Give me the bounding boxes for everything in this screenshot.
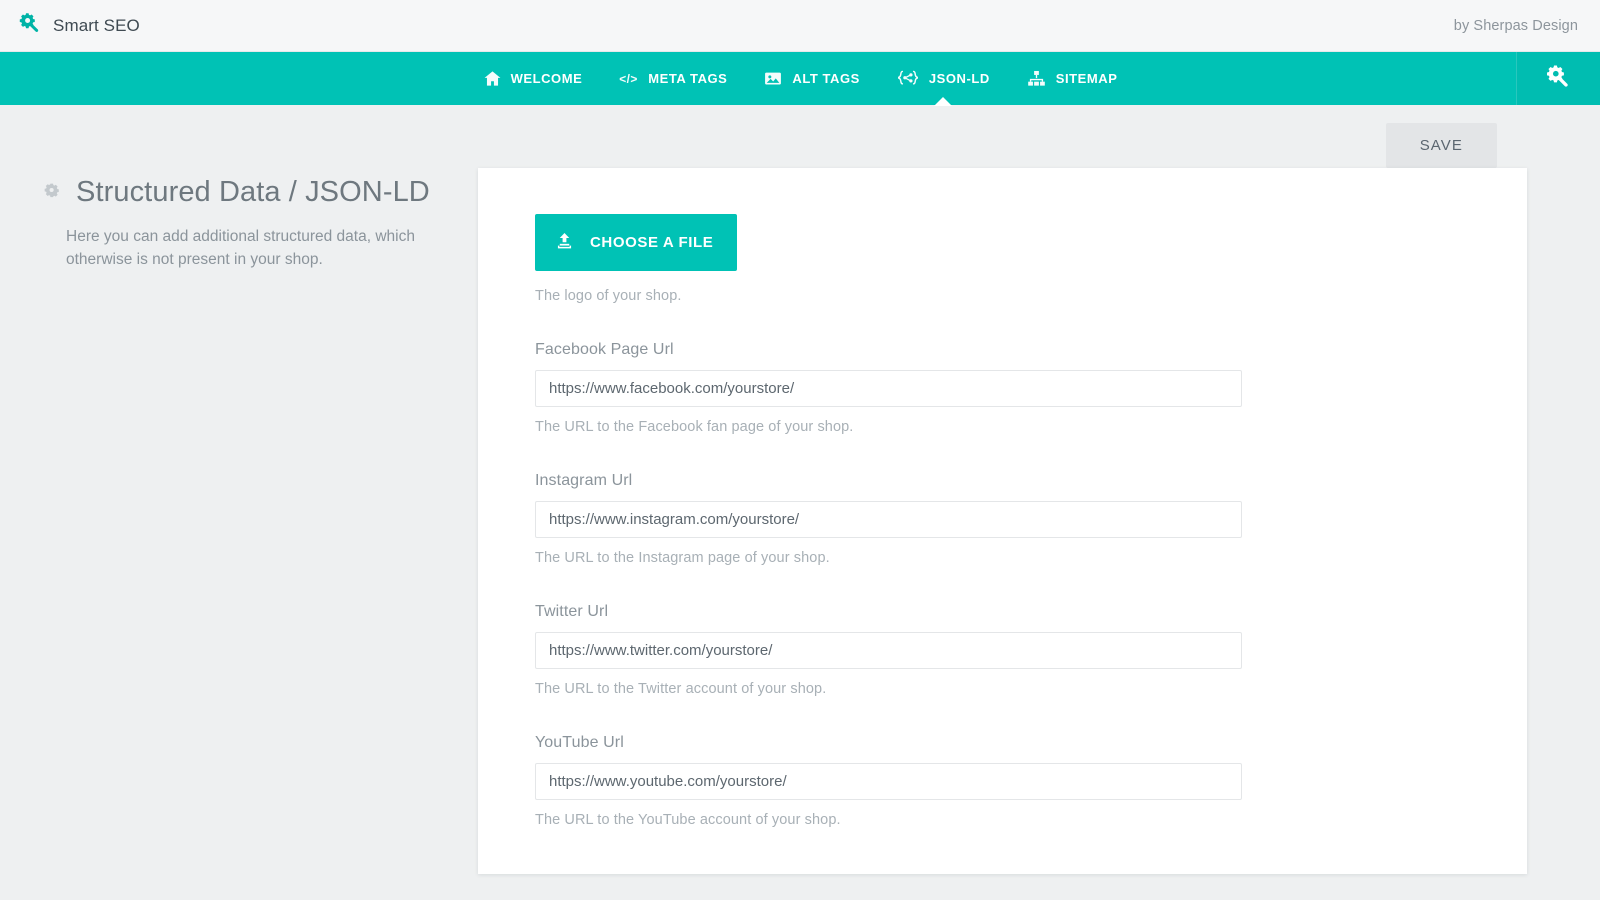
code-icon: </> — [618, 69, 639, 88]
upload-hint: The logo of your shop. — [535, 288, 1527, 304]
main-nav: WELCOME </> META TAGS ALT TAGS — [0, 52, 1600, 105]
field-hint: The URL to the Facebook fan page of your… — [535, 419, 1527, 435]
nav-item-sitemap[interactable]: SITEMAP — [1008, 52, 1136, 105]
upload-icon — [555, 231, 574, 254]
page-title-text: Structured Data / JSON-LD — [76, 176, 430, 209]
save-button[interactable]: SAVE — [1386, 123, 1497, 168]
facebook-page-url-input[interactable] — [535, 370, 1242, 407]
field-hint: The URL to the Instagram page of your sh… — [535, 550, 1527, 566]
nav-label-welcome: WELCOME — [511, 71, 583, 86]
field-twitter-url: Twitter Url The URL to the Twitter accou… — [535, 603, 1527, 697]
instagram-url-input[interactable] — [535, 501, 1242, 538]
nav-label-alt-tags: ALT TAGS — [792, 71, 859, 86]
page-body: SAVE Structured Data / JSON-LD Here you … — [0, 105, 1600, 900]
section-description: Structured Data / JSON-LD Here you can a… — [44, 168, 478, 272]
field-hint: The URL to the Twitter account of your s… — [535, 681, 1527, 697]
image-icon — [763, 69, 783, 88]
gear-icon — [44, 176, 63, 209]
choose-a-file-button[interactable]: CHOOSE A FILE — [535, 214, 737, 271]
nav-item-welcome[interactable]: WELCOME — [465, 52, 601, 105]
nav-item-alt-tags[interactable]: ALT TAGS — [745, 52, 877, 105]
field-instagram-url: Instagram Url The URL to the Instagram p… — [535, 472, 1527, 566]
choose-a-file-label: CHOOSE A FILE — [590, 234, 713, 251]
page-description: Here you can add additional structured d… — [44, 226, 478, 272]
nav-settings-button[interactable] — [1516, 52, 1600, 105]
share-braces-icon — [896, 69, 920, 89]
field-label: Facebook Page Url — [535, 341, 1527, 359]
field-label: Instagram Url — [535, 472, 1527, 490]
gear-wrench-icon — [18, 11, 42, 40]
nav-label-sitemap: SITEMAP — [1056, 71, 1118, 86]
sitemap-icon — [1026, 69, 1047, 88]
field-label: Twitter Url — [535, 603, 1527, 621]
gear-wrench-icon — [1545, 63, 1572, 95]
page-title: Structured Data / JSON-LD — [44, 176, 478, 209]
field-label: YouTube Url — [535, 734, 1527, 752]
nav-item-json-ld[interactable]: JSON-LD — [878, 52, 1008, 105]
nav-items: WELCOME </> META TAGS ALT TAGS — [465, 52, 1136, 105]
home-icon — [483, 69, 502, 88]
brand: Smart SEO — [18, 11, 140, 40]
svg-text:</>: </> — [620, 72, 638, 86]
field-youtube-url: YouTube Url The URL to the YouTube accou… — [535, 734, 1527, 828]
twitter-url-input[interactable] — [535, 632, 1242, 669]
app-title: Smart SEO — [53, 16, 140, 36]
content-area: Structured Data / JSON-LD Here you can a… — [0, 168, 1600, 874]
youtube-url-input[interactable] — [535, 763, 1242, 800]
save-row: SAVE — [0, 105, 1600, 168]
field-hint: The URL to the YouTube account of your s… — [535, 812, 1527, 828]
byline: by Sherpas Design — [1454, 18, 1578, 34]
top-bar: Smart SEO by Sherpas Design — [0, 0, 1600, 52]
field-facebook-page-url: Facebook Page Url The URL to the Faceboo… — [535, 341, 1527, 435]
nav-label-meta-tags: META TAGS — [648, 71, 727, 86]
form-panel: CHOOSE A FILE The logo of your shop. Fac… — [478, 168, 1527, 874]
nav-label-json-ld: JSON-LD — [929, 71, 990, 86]
nav-item-meta-tags[interactable]: </> META TAGS — [600, 52, 745, 105]
